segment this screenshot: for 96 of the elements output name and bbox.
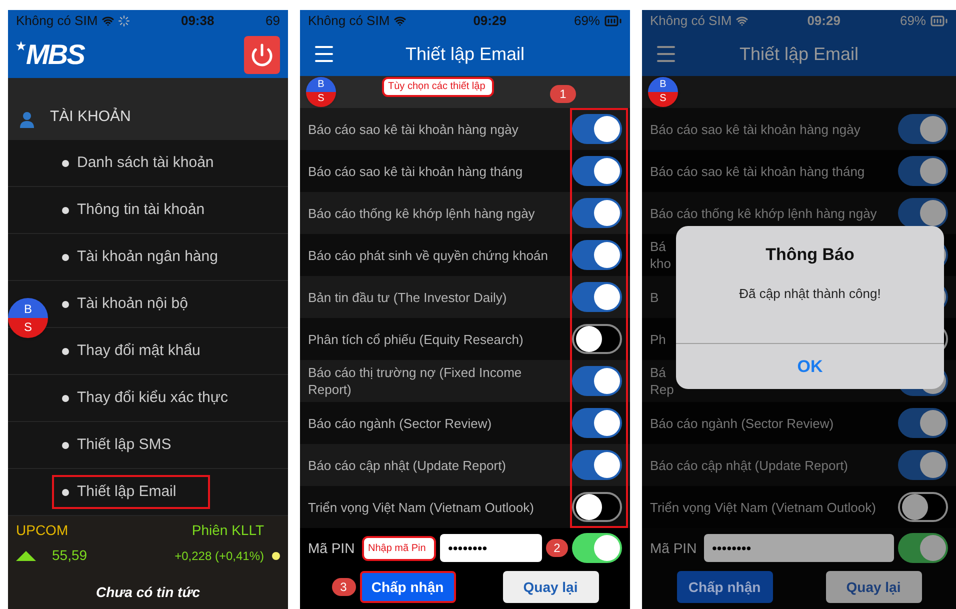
spinner-icon — [118, 15, 130, 27]
screen-title: Thiết lập Email — [738, 42, 860, 66]
clock-time: 09:38 — [180, 12, 214, 30]
up-triangle-icon — [16, 550, 36, 560]
toggle-switch[interactable] — [572, 324, 622, 354]
option-label: Bá Rep — [650, 364, 674, 398]
clock-time: 09:29 — [807, 12, 840, 30]
option-label: Phân tích cổ phiếu (Equity Research) — [308, 330, 524, 348]
clock-time: 09:29 — [473, 12, 506, 30]
option-label: Báo cáo phát sinh về quyền chứng khoán — [308, 246, 549, 264]
toggle-switch[interactable] — [572, 198, 622, 228]
toggle-switch[interactable] — [572, 240, 622, 270]
star-icon — [16, 41, 26, 51]
dialog-message: Đã cập nhật thành công! — [739, 284, 881, 303]
bullet-icon — [62, 300, 69, 308]
logo: MBS — [26, 41, 84, 69]
bullet-icon — [62, 160, 69, 166]
pin-field[interactable]: •••••••• — [440, 534, 542, 562]
menu-item[interactable]: Tài khoản ngân hàng — [52, 240, 228, 274]
accept-button[interactable]: Chấp nhận — [360, 571, 456, 603]
option-label: Bản tin đầu tư (The Investor Daily) — [308, 288, 508, 306]
screen-title: Thiết lập Email — [404, 42, 526, 66]
power-icon — [250, 43, 274, 67]
pin-label: Mã PIN — [650, 538, 698, 558]
bullet-icon — [62, 442, 69, 448]
toggle-switch[interactable] — [898, 408, 948, 438]
toggle-switch[interactable] — [898, 114, 948, 144]
index-value: 55,59 — [52, 546, 88, 565]
back-button[interactable]: Quay lại — [502, 571, 598, 603]
carrier-text: Không có SIM — [650, 12, 732, 30]
option-label: Bá kho — [650, 238, 672, 272]
option-label: Triển vọng Việt Nam (Vietnam Outlook) — [308, 498, 535, 516]
bullet-icon — [62, 348, 69, 354]
toggle-switch[interactable] — [898, 492, 948, 522]
session-label: Phiên KLLT — [190, 521, 265, 540]
pin-label: Mã PIN — [308, 538, 356, 558]
battery-percent: 69 — [266, 12, 280, 30]
menu-item[interactable]: Thay đổi kiểu xác thực — [52, 380, 238, 416]
index-change: +0,228 (+0,41%) — [174, 548, 264, 564]
toggle-switch[interactable] — [572, 366, 622, 396]
callout: Nhập mã Pin — [362, 536, 436, 560]
section-title: TÀI KHOẢN — [50, 106, 131, 126]
toggle-switch[interactable] — [572, 492, 622, 522]
battery-percent: 69% — [574, 12, 600, 30]
toggle-switch[interactable] — [572, 114, 622, 144]
menu-item[interactable]: Danh sách tài khoản — [52, 146, 224, 180]
wifi-icon — [394, 15, 406, 27]
index-name: UPCOM — [16, 521, 70, 540]
toggle-switch[interactable] — [898, 533, 948, 563]
option-label: Báo cáo thống kê khớp lệnh hàng ngày — [650, 204, 878, 222]
bullet-icon — [62, 254, 69, 260]
dialog-title: Thông Báo — [766, 244, 854, 266]
option-label: Báo cáo cập nhật (Update Report) — [650, 456, 850, 474]
toggle-switch[interactable] — [898, 450, 948, 480]
news-text: Chưa có tin tức — [95, 583, 201, 602]
carrier-text: Không có SIM — [308, 12, 390, 30]
menu-item[interactable]: Thiết lập Email — [52, 474, 210, 510]
bullet-icon — [62, 206, 69, 214]
wifi-icon — [736, 15, 748, 27]
bullet-icon — [62, 488, 69, 496]
menu-item[interactable]: Thay đổi mật khẩu — [52, 334, 210, 368]
option-label: Báo cáo ngành (Sector Review) — [650, 414, 835, 432]
step-badge: 2 — [546, 539, 568, 557]
back-button[interactable]: Quay lại — [826, 571, 922, 603]
option-label: Báo cáo sao kê tài khoản hàng tháng — [650, 162, 866, 180]
option-label: Báo cáo sao kê tài khoản hàng tháng — [308, 162, 524, 180]
option-label: Triển vọng Việt Nam (Vietnam Outlook) — [650, 498, 877, 516]
option-label: Ph — [650, 330, 667, 348]
option-label: Báo cáo thống kê khớp lệnh hàng ngày — [308, 204, 536, 222]
toggle-switch[interactable] — [572, 450, 622, 480]
step-badge: 3 — [332, 578, 356, 596]
menu-item[interactable]: Thông tin tài khoản — [52, 192, 215, 228]
power-button[interactable] — [244, 36, 280, 74]
accept-button[interactable]: Chấp nhận — [676, 571, 772, 603]
option-label: Báo cáo ngành (Sector Review) — [308, 414, 493, 432]
toggle-switch[interactable] — [898, 198, 948, 228]
toggle-switch[interactable] — [572, 282, 622, 312]
callout: Tùy chọn các thiết lập — [382, 77, 494, 97]
option-label: Báo cáo thị trường nợ (Fixed Income Report) — [308, 364, 523, 398]
carrier-text: Không có SIM — [16, 12, 98, 30]
bullet-icon — [62, 394, 69, 402]
option-label: Báo cáo cập nhật (Update Report) — [308, 456, 508, 474]
wifi-icon — [102, 15, 114, 27]
toggle-switch[interactable] — [572, 408, 622, 438]
toggle-switch[interactable] — [572, 156, 622, 186]
menu-item[interactable]: Thiết lập SMS — [52, 428, 182, 462]
battery-percent: 69% — [900, 12, 926, 30]
option-label: Báo cáo sao kê tài khoản hàng ngày — [650, 120, 862, 138]
toggle-switch[interactable] — [572, 533, 622, 563]
option-label: B — [650, 288, 660, 306]
pin-field[interactable]: •••••••• — [704, 534, 894, 562]
menu-item[interactable]: Tài khoản nội bộ — [52, 286, 198, 322]
toggle-switch[interactable] — [898, 156, 948, 186]
buy-sell-button[interactable]: B S — [8, 298, 48, 338]
person-icon — [20, 112, 34, 128]
option-label: Báo cáo sao kê tài khoản hàng ngày — [308, 120, 520, 138]
